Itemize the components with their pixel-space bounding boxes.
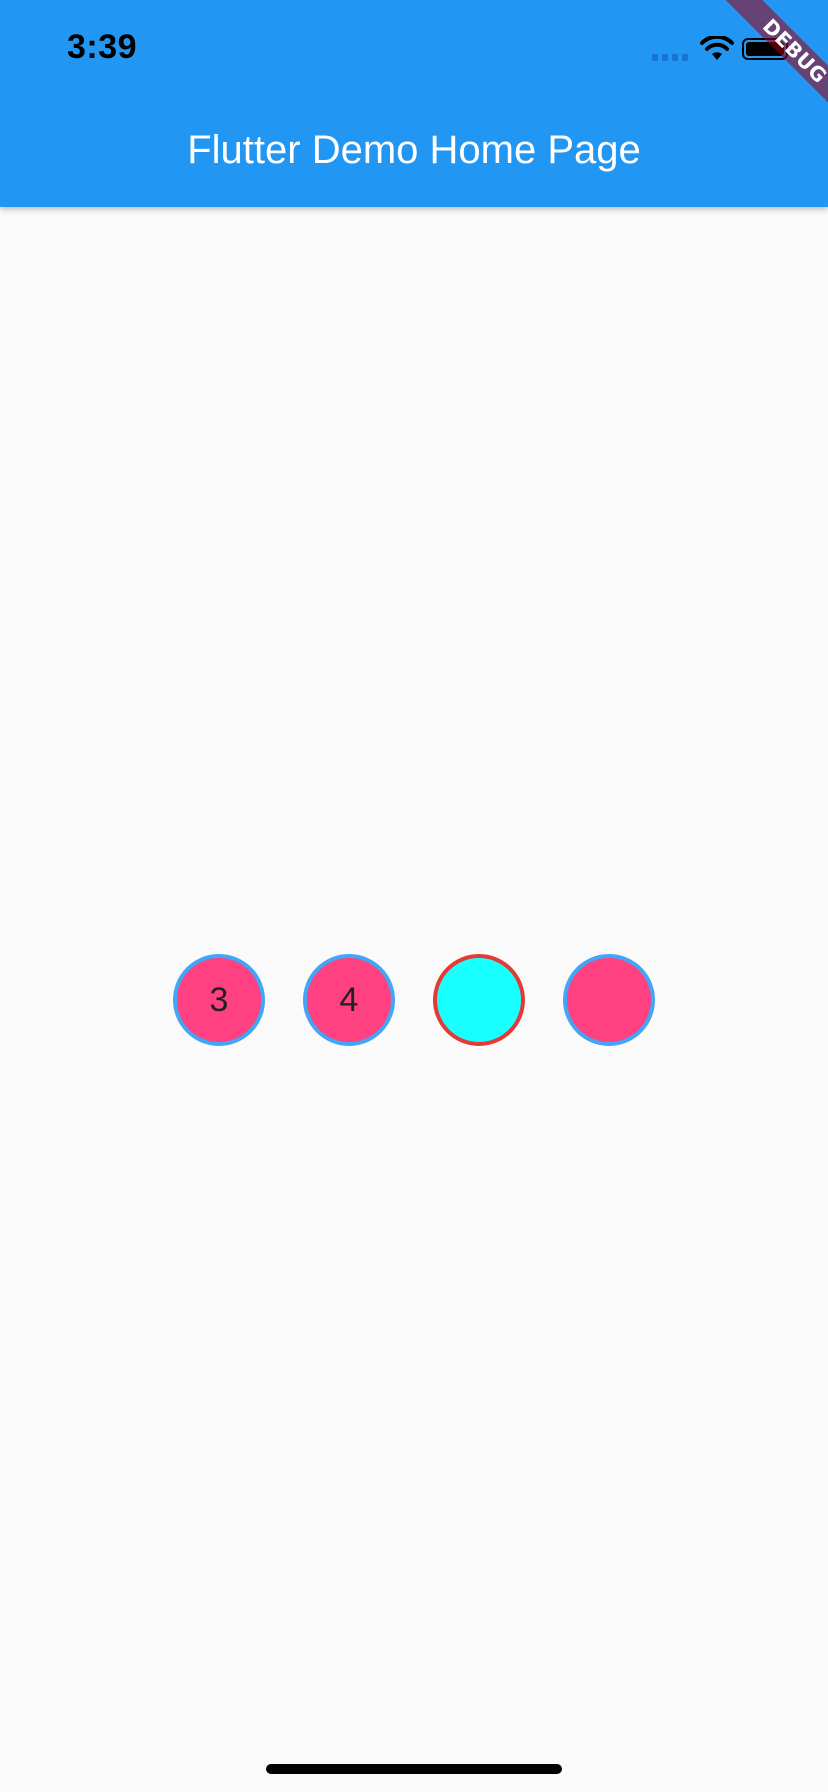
- home-indicator[interactable]: [266, 1764, 562, 1774]
- status-bar-time: 3:39: [67, 28, 138, 66]
- circle-item-2[interactable]: 4: [303, 954, 395, 1046]
- page-title: Flutter Demo Home Page: [187, 128, 641, 172]
- circle-row: 3 4: [0, 954, 828, 1046]
- cellular-signal-icon: [652, 54, 688, 61]
- debug-banner: DEBUG: [698, 0, 828, 130]
- circle-item-4[interactable]: [563, 954, 655, 1046]
- circle-item-3[interactable]: [433, 954, 525, 1046]
- circle-label: 4: [339, 980, 359, 1019]
- debug-banner-label: DEBUG: [718, 0, 828, 128]
- circle-item-1[interactable]: 3: [173, 954, 265, 1046]
- circle-label: 3: [209, 980, 229, 1019]
